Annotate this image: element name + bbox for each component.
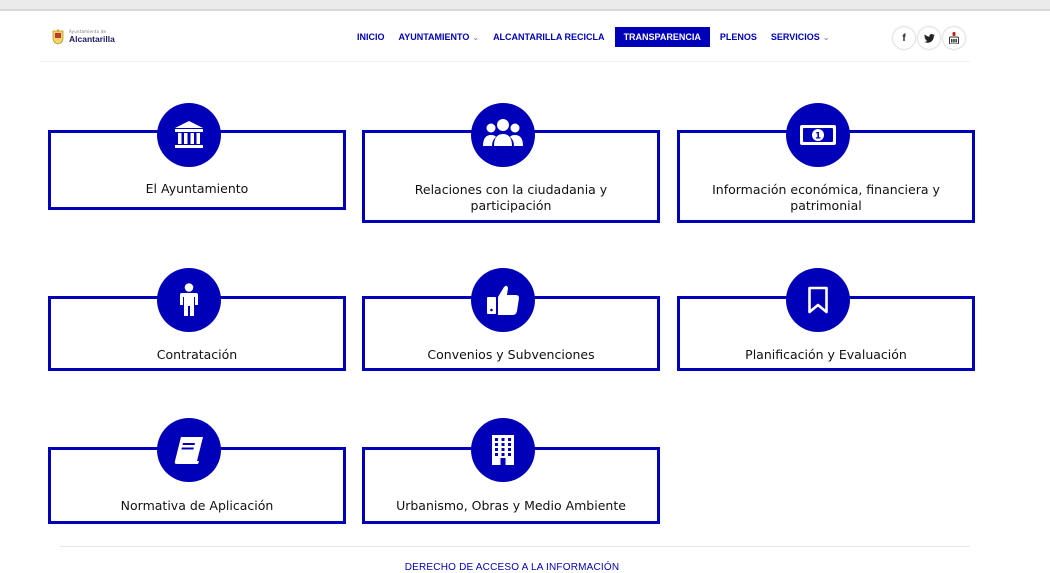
nav-item-label: INICIO	[357, 32, 385, 42]
social-links: f	[893, 27, 968, 49]
person-icon	[180, 283, 198, 316]
coat-of-arms-icon	[52, 29, 64, 45]
derecho-acceso-link[interactable]: DERECHO DE ACCESO A LA INFORMACIÓN	[0, 562, 1024, 573]
nav-item-label: AYUNTAMIENTO	[398, 32, 470, 42]
book-icon	[174, 437, 203, 464]
building-icon-circle[interactable]	[157, 103, 221, 167]
card-label: Relaciones con la ciudadania y participa…	[414, 182, 608, 213]
office-building-icon-circle[interactable]	[471, 418, 535, 482]
card-label: Información económica, financiera y patr…	[712, 182, 940, 213]
people-icon	[483, 119, 523, 146]
twitter-icon	[923, 33, 935, 43]
card-label: Planificación y Evaluación	[745, 347, 907, 362]
banknote-icon: 1	[800, 125, 836, 145]
nav-item-transparencia[interactable]: TRANSPARENCIA	[614, 27, 710, 47]
person-icon-circle[interactable]	[157, 268, 221, 332]
youtube-icon	[949, 32, 959, 44]
nav-item-plenos[interactable]: PLENOS	[713, 27, 764, 47]
footer-divider	[60, 546, 970, 547]
browser-top-bar	[0, 0, 1050, 9]
nav-item-ayuntamiento[interactable]: AYUNTAMIENTO ⌄	[392, 27, 487, 47]
chevron-down-icon: ⌄	[822, 33, 830, 42]
nav-item-label: PLENOS	[719, 32, 757, 42]
card-label: Normativa de Aplicación	[120, 498, 274, 513]
chevron-down-icon: ⌄	[472, 33, 480, 42]
nav-item-servicios[interactable]: SERVICIOS ⌄	[764, 27, 837, 47]
thumbs-up-icon-circle[interactable]	[471, 268, 535, 332]
site-logo[interactable]: Ayuntamiento de Alcantarilla	[50, 28, 115, 46]
bookmark-icon-circle[interactable]	[786, 268, 850, 332]
svg-text:1: 1	[815, 132, 821, 142]
nav-item-label: SERVICIOS	[770, 32, 820, 42]
nav-item-alcantarilla-recicla[interactable]: ALCANTARILLA RECICLA	[486, 27, 612, 47]
bookmark-icon	[808, 286, 828, 314]
building-icon	[175, 121, 203, 148]
header-divider	[40, 61, 970, 62]
card-label: El Ayuntamiento	[145, 181, 249, 196]
youtube-button[interactable]	[943, 27, 965, 49]
card-label: Convenios y Subvenciones	[427, 347, 595, 362]
logo-title: Alcantarilla	[69, 34, 115, 45]
people-icon-circle[interactable]	[471, 103, 535, 167]
nav-item-label: TRANSPARENCIA	[623, 32, 701, 42]
twitter-button[interactable]	[918, 27, 940, 49]
site-header: Ayuntamiento de Alcantarilla INICIO AYUN…	[0, 11, 1050, 61]
nav-item-inicio[interactable]: INICIO	[350, 27, 392, 47]
thumbs-up-icon	[487, 285, 519, 315]
card-label: Contratación	[156, 347, 238, 362]
card-label: Urbanismo, Obras y Medio Ambiente	[396, 498, 626, 513]
nav-item-label: ALCANTARILLA RECICLA	[493, 32, 605, 42]
facebook-icon: f	[902, 32, 906, 44]
office-building-icon	[492, 435, 514, 465]
book-icon-circle[interactable]	[157, 418, 221, 482]
banknote-icon-circle[interactable]: 1	[786, 103, 850, 167]
main-nav: INICIO AYUNTAMIENTO ⌄ ALCANTARILLA RECICL…	[350, 27, 836, 47]
facebook-button[interactable]: f	[893, 27, 915, 49]
